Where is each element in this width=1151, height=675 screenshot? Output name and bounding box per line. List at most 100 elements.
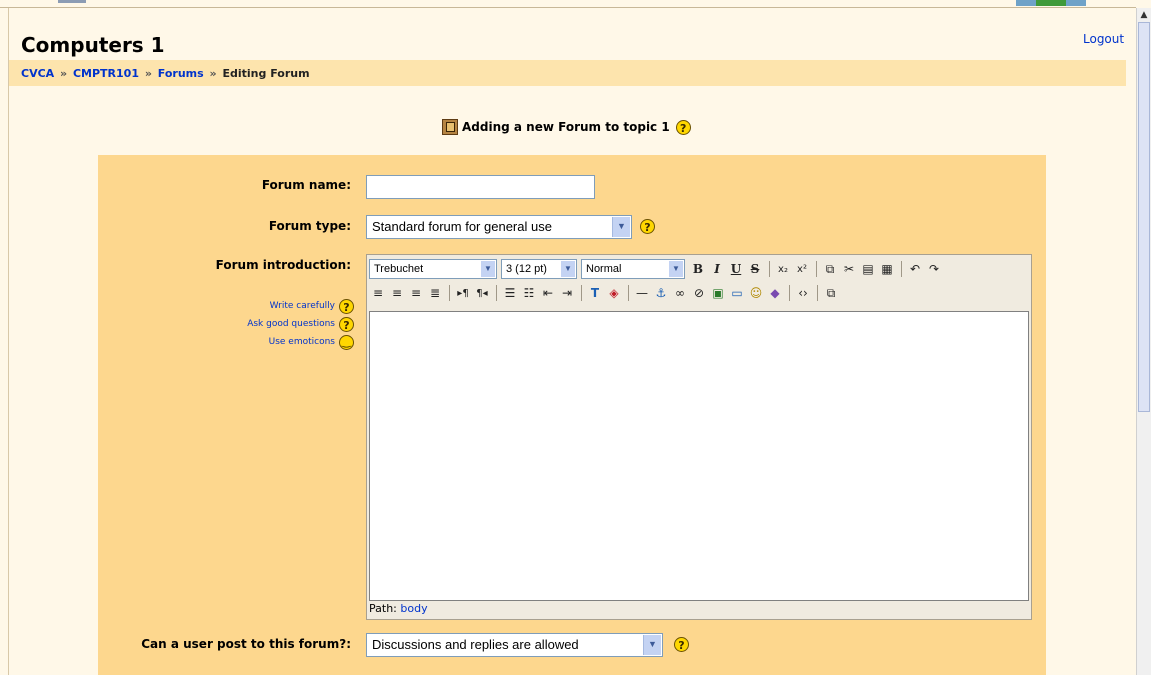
forum-name-label: Forum name: [261,178,351,192]
form-heading: Adding a new Forum to topic 1 ? [442,116,691,138]
breadcrumb-cvca[interactable]: CVCA [21,67,54,80]
format-select[interactable]: Normal ▼ [581,259,685,279]
paste-word-icon[interactable]: ▦ [878,260,896,278]
help-icon[interactable]: ? [339,316,354,332]
fullscreen-icon[interactable]: ⧉ [822,284,840,302]
forum-module-icon [442,119,458,135]
image-icon[interactable]: ▣ [709,284,727,302]
unordered-list-icon[interactable]: ☷ [520,284,538,302]
toolbar-separator [817,285,818,301]
subscript-icon[interactable]: x₂ [774,260,792,278]
help-icon[interactable]: ? [674,637,689,652]
toolbar-separator [628,285,629,301]
vertical-scrollbar[interactable]: ▲ [1136,8,1151,675]
forum-name-input[interactable] [366,175,595,199]
scroll-up-icon[interactable]: ▲ [1137,8,1151,22]
help-link-row: Ask good questions ? [220,315,354,333]
bold-icon[interactable]: B [689,260,707,278]
editor-toolbar-row-2: ≡ ≡ ≡ ≣ ▸¶ ¶◂ ☰ ☷ ⇤ ⇥ T ◈ — ⚓ ∞ ⊘ ▣ ▭ ☺ … [369,281,841,305]
help-icon[interactable]: ? [339,298,354,314]
chevron-down-icon[interactable]: ▼ [669,261,683,277]
text-color-icon[interactable]: T [586,284,604,302]
scrollbar-thumb[interactable] [1138,22,1150,412]
ask-good-questions-link[interactable]: Ask good questions [247,319,335,329]
font-select[interactable]: Trebuchet ▼ [369,259,497,279]
path-body-link[interactable]: body [400,602,427,615]
editor-path-bar: Path: body [369,601,1029,617]
align-right-icon[interactable]: ≡ [407,284,425,302]
help-icon[interactable]: ? [675,119,691,135]
toolbar-separator [816,261,817,277]
unlink-icon[interactable]: ⊘ [690,284,708,302]
toolbar-separator [581,285,582,301]
size-select[interactable]: 3 (12 pt) ▼ [501,259,577,279]
forum-intro-label: Forum introduction: [215,258,351,272]
align-center-icon[interactable]: ≡ [388,284,406,302]
help-link-row: Use emoticons [220,333,354,351]
html-editor: Trebuchet ▼ 3 (12 pt) ▼ Normal ▼ B I U S x₂… [366,254,1032,620]
breadcrumb: CVCA » CMPTR101 » Forums » Editing Forum [9,60,1126,86]
page-title: Computers 1 [21,33,165,57]
size-value: 3 (12 pt) [506,263,547,275]
background-color-icon[interactable]: ◈ [605,284,623,302]
post-permission-value: Discussions and replies are allowed [372,637,579,652]
editor-content-area[interactable] [369,311,1029,601]
outdent-icon[interactable]: ⇤ [539,284,557,302]
breadcrumb-separator: » [209,67,217,80]
ltr-icon[interactable]: ▸¶ [454,284,472,302]
anchor-icon[interactable]: ⚓ [652,284,670,302]
logout-link[interactable]: Logout [1083,32,1124,46]
special-char-icon[interactable]: ◆ [766,284,784,302]
superscript-icon[interactable]: x² [793,260,811,278]
toolbar-separator [769,261,770,277]
intro-help-links: Write carefully ? Ask good questions ? U… [220,297,354,351]
redo-icon[interactable]: ↷ [925,260,943,278]
editor-toolbar-row-1: Trebuchet ▼ 3 (12 pt) ▼ Normal ▼ B I U S x₂… [369,257,944,281]
chevron-down-icon[interactable]: ▼ [481,261,495,277]
post-permission-select[interactable]: Discussions and replies are allowed ▼ [366,633,663,657]
chevron-down-icon[interactable]: ▼ [643,635,661,655]
breadcrumb-forums[interactable]: Forums [158,67,204,80]
breadcrumb-separator: » [144,67,152,80]
copy-icon[interactable]: ⧉ [821,260,839,278]
align-left-icon[interactable]: ≡ [369,284,387,302]
forum-type-value: Standard forum for general use [372,219,552,234]
left-frame-edge [8,8,9,675]
horizontal-rule-icon[interactable]: — [633,284,651,302]
cut-icon[interactable]: ✂ [840,260,858,278]
toolbar-separator [449,285,450,301]
top-frame-edge [0,0,1136,8]
rtl-icon[interactable]: ¶◂ [473,284,491,302]
html-source-icon[interactable]: ‹› [794,284,812,302]
toolbar-separator [901,261,902,277]
use-emoticons-link[interactable]: Use emoticons [269,337,335,347]
post-permission-label: Can a user post to this forum?: [141,637,351,651]
smiley-icon[interactable]: ☺ [747,284,765,302]
breadcrumb-separator: » [60,67,68,80]
path-label: Path: [369,602,397,615]
help-link-row: Write carefully ? [220,297,354,315]
breadcrumb-course[interactable]: CMPTR101 [73,67,139,80]
forum-type-select[interactable]: Standard forum for general use ▼ [366,215,632,239]
italic-icon[interactable]: I [708,260,726,278]
forum-type-label: Forum type: [268,219,351,233]
chevron-down-icon[interactable]: ▼ [561,261,575,277]
font-value: Trebuchet [374,263,424,275]
underline-icon[interactable]: U [727,260,745,278]
breadcrumb-current: Editing Forum [222,67,310,80]
paste-icon[interactable]: ▤ [859,260,877,278]
format-value: Normal [586,263,622,275]
write-carefully-link[interactable]: Write carefully [270,301,335,311]
link-icon[interactable]: ∞ [671,284,689,302]
undo-icon[interactable]: ↶ [906,260,924,278]
toolbar-separator [789,285,790,301]
ordered-list-icon[interactable]: ☰ [501,284,519,302]
justify-icon[interactable]: ≣ [426,284,444,302]
table-icon[interactable]: ▭ [728,284,746,302]
strikethrough-icon[interactable]: S [746,260,764,278]
smiley-icon[interactable] [339,334,354,350]
chevron-down-icon[interactable]: ▼ [612,217,630,237]
toolbar-separator [496,285,497,301]
help-icon[interactable]: ? [640,219,655,234]
indent-icon[interactable]: ⇥ [558,284,576,302]
